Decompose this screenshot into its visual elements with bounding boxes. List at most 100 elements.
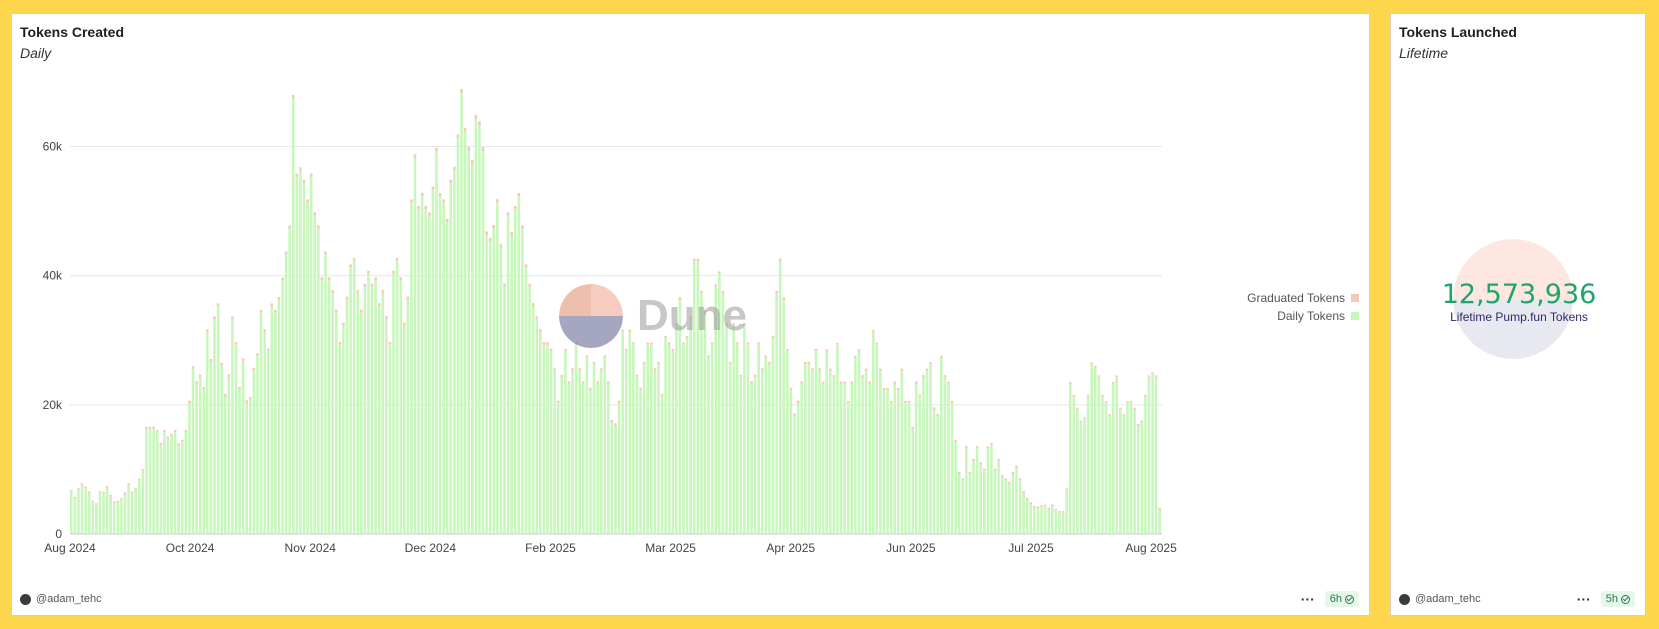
bar-graduated-tokens xyxy=(84,486,87,489)
author-link[interactable]: @adam_tehc xyxy=(1399,593,1481,605)
bar-graduated-tokens xyxy=(807,361,811,365)
bar-daily-tokens xyxy=(567,383,571,534)
bar-daily-tokens xyxy=(148,428,152,534)
bar-graduated-tokens xyxy=(589,387,592,390)
bar-daily-tokens xyxy=(682,344,685,534)
bar-daily-tokens xyxy=(445,222,449,534)
bar-graduated-tokens xyxy=(843,381,846,384)
chart-legend: Graduated Tokens Daily Tokens xyxy=(1247,289,1359,325)
bar-graduated-tokens xyxy=(868,381,871,384)
bar-daily-tokens xyxy=(417,209,420,535)
bar-graduated-tokens xyxy=(73,496,77,499)
bar-daily-tokens xyxy=(324,254,327,534)
bar-graduated-tokens xyxy=(521,225,524,229)
bar-daily-tokens xyxy=(968,473,972,534)
bar-graduated-tokens xyxy=(1015,465,1018,468)
bar-graduated-tokens xyxy=(1140,420,1144,423)
bar-daily-tokens xyxy=(180,441,184,534)
bar-daily-tokens xyxy=(1136,425,1140,534)
bar-daily-tokens xyxy=(299,170,302,535)
bar-graduated-tokens xyxy=(542,342,546,345)
bar-graduated-tokens xyxy=(442,199,445,203)
bar-graduated-tokens xyxy=(155,430,159,432)
bar-graduated-tokens xyxy=(982,468,986,471)
bar-daily-tokens xyxy=(1129,402,1133,534)
bar-daily-tokens xyxy=(1104,402,1108,534)
bar-graduated-tokens xyxy=(234,342,238,345)
bar-graduated-tokens xyxy=(1108,414,1111,416)
bar-daily-tokens xyxy=(836,344,839,534)
bar-graduated-tokens xyxy=(256,353,259,356)
bar-graduated-tokens xyxy=(413,154,417,158)
bar-daily-tokens xyxy=(560,377,564,534)
bar-graduated-tokens xyxy=(470,160,474,164)
bar-graduated-tokens xyxy=(646,342,650,345)
bar-graduated-tokens xyxy=(302,180,306,184)
bar-daily-tokens xyxy=(1008,483,1011,534)
bar-graduated-tokens xyxy=(796,400,800,403)
bar-graduated-tokens xyxy=(198,374,202,378)
bar-graduated-tokens xyxy=(145,426,148,429)
bar-daily-tokens xyxy=(166,438,170,534)
bar-daily-tokens xyxy=(460,92,463,534)
legend-item-daily[interactable]: Daily Tokens xyxy=(1247,307,1359,325)
bar-graduated-tokens xyxy=(241,358,245,361)
bar-daily-tokens xyxy=(972,461,975,534)
bar-graduated-tokens xyxy=(1036,506,1040,509)
counter-title: Tokens Launched xyxy=(1399,24,1517,40)
bar-graduated-tokens xyxy=(184,430,188,432)
bar-graduated-tokens xyxy=(209,358,213,362)
bar-daily-tokens xyxy=(950,402,954,534)
y-tick-label: 40k xyxy=(43,269,63,283)
refresh-badge[interactable]: 5h xyxy=(1600,591,1635,607)
bar-graduated-tokens xyxy=(546,342,549,345)
bar-daily-tokens xyxy=(818,370,821,534)
bar-graduated-tokens xyxy=(961,478,965,481)
bar-graduated-tokens xyxy=(87,491,91,494)
bar-daily-tokens xyxy=(696,260,700,534)
bar-graduated-tokens xyxy=(1000,475,1004,478)
bar-graduated-tokens xyxy=(460,89,463,93)
bar-daily-tokens xyxy=(943,377,947,534)
bar-graduated-tokens xyxy=(635,374,639,378)
bar-daily-tokens xyxy=(922,377,925,534)
more-dots-icon[interactable]: ··· xyxy=(1301,592,1315,606)
bar-graduated-tokens xyxy=(485,231,488,235)
bar-graduated-tokens xyxy=(728,361,732,365)
more-dots-icon[interactable]: ··· xyxy=(1577,592,1591,606)
bar-daily-tokens xyxy=(317,228,320,535)
bar-graduated-tokens xyxy=(428,212,431,216)
bar-graduated-tokens xyxy=(549,348,553,352)
check-circle-icon xyxy=(1621,594,1630,604)
bar-daily-tokens xyxy=(639,389,642,534)
bar-daily-tokens xyxy=(997,461,1000,534)
bar-daily-tokens xyxy=(1004,480,1008,534)
bar-daily-tokens xyxy=(832,377,836,534)
bar-daily-tokens xyxy=(632,344,635,534)
bar-graduated-tokens xyxy=(467,147,470,152)
bar-daily-tokens xyxy=(667,344,671,534)
bar-graduated-tokens xyxy=(1079,420,1083,423)
bar-graduated-tokens xyxy=(940,355,943,358)
author-link[interactable]: @adam_tehc xyxy=(20,593,102,605)
bar-daily-tokens xyxy=(743,325,746,534)
refresh-badge[interactable]: 6h xyxy=(1324,591,1359,607)
refresh-time: 5h xyxy=(1605,593,1618,605)
author-name: @adam_tehc xyxy=(1415,593,1481,605)
bar-graduated-tokens xyxy=(904,400,907,403)
bar-graduated-tokens xyxy=(324,251,327,255)
bar-graduated-tokens xyxy=(327,277,331,281)
bar-daily-tokens xyxy=(1033,507,1036,534)
bar-daily-tokens xyxy=(710,344,714,534)
bar-graduated-tokens xyxy=(102,491,105,494)
bar-graduated-tokens xyxy=(875,342,879,345)
bar-daily-tokens xyxy=(488,241,492,534)
bar-graduated-tokens xyxy=(317,225,320,229)
bar-daily-tokens xyxy=(431,189,435,535)
bar-graduated-tokens xyxy=(1065,488,1068,491)
bar-daily-tokens xyxy=(485,234,488,534)
bar-graduated-tokens xyxy=(882,388,886,390)
bar-graduated-tokens xyxy=(1104,401,1108,403)
bar-daily-tokens xyxy=(496,202,499,534)
legend-item-graduated[interactable]: Graduated Tokens xyxy=(1247,289,1359,307)
